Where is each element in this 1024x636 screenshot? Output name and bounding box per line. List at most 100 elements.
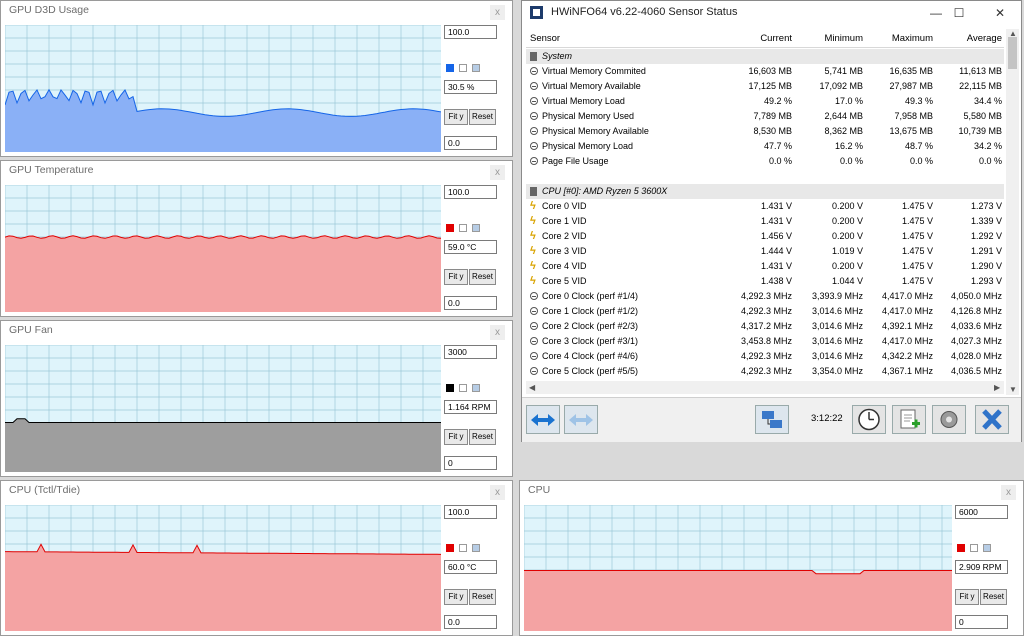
series-color-swatch[interactable]	[446, 544, 454, 552]
series-color-swatch[interactable]	[446, 64, 454, 72]
sensor-group-row[interactable]: System	[526, 49, 1004, 64]
report-button[interactable]	[892, 405, 926, 434]
sensor-name: Core 5 Clock (perf #5/5)	[542, 366, 639, 376]
color-option-blue[interactable]	[472, 64, 480, 72]
max-field[interactable]: 100.0	[444, 185, 497, 199]
sensor-row[interactable]: ϟ Core 0 VID 1.431 V 0.200 V 1.475 V 1.273 V	[526, 199, 1004, 214]
col-maximum[interactable]: Maximum	[892, 33, 933, 44]
color-option-white[interactable]	[459, 544, 467, 552]
reset-button[interactable]: Reset	[469, 269, 496, 285]
sensor-row[interactable]: Physical Memory Available 8,530 MB 8,362 M…	[526, 124, 1004, 139]
minimum-value: 3,014.6 MHz	[811, 321, 863, 331]
col-sensor[interactable]: Sensor	[530, 33, 560, 44]
clock-button[interactable]	[852, 405, 886, 434]
close-icon[interactable]: ✕	[986, 4, 1014, 22]
color-option-blue[interactable]	[472, 384, 480, 392]
reset-button[interactable]: Reset	[469, 109, 496, 125]
network-button[interactable]	[755, 405, 789, 434]
color-option-blue[interactable]	[472, 224, 480, 232]
series-color-swatch[interactable]	[446, 224, 454, 232]
max-field[interactable]: 100.0	[444, 25, 497, 39]
horizontal-scrollbar[interactable]: ◀ ▶	[526, 381, 1004, 394]
sensor-row[interactable]: ϟ Core 5 VID 1.438 V 1.044 V 1.475 V 1.293 V	[526, 274, 1004, 289]
scroll-down-icon[interactable]: ▼	[1009, 385, 1017, 394]
sensor-row[interactable]: ϟ Core 4 VID 1.431 V 0.200 V 1.475 V 1.290 V	[526, 259, 1004, 274]
close-icon[interactable]: x	[490, 485, 505, 500]
maximize-icon[interactable]: ☐	[945, 4, 973, 22]
clock-icon	[530, 307, 538, 315]
fit-y-button[interactable]: Fit y	[955, 589, 979, 605]
scroll-right-icon[interactable]: ▶	[994, 383, 1000, 392]
sensor-row[interactable]: Virtual Memory Commited 16,603 MB 5,741 MB…	[526, 64, 1004, 79]
sensor-row[interactable]: Core 3 Clock (perf #3/1) 3,453.8 MHz 3,014…	[526, 334, 1004, 349]
series-color-swatch[interactable]	[957, 544, 965, 552]
max-field[interactable]: 6000	[955, 505, 1008, 519]
min-field[interactable]: 0.0	[444, 615, 497, 629]
color-option-blue[interactable]	[983, 544, 991, 552]
sensor-name: Core 3 Clock (perf #3/1)	[542, 336, 639, 346]
sensor-row[interactable]: Virtual Memory Load 49.2 % 17.0 % 49.3 % 34.…	[526, 94, 1004, 109]
title-bar[interactable]: HWiNFO64 v6.22-4060 Sensor Status — ☐ ✕	[522, 1, 1021, 25]
col-average[interactable]: Average	[967, 33, 1002, 44]
reset-button[interactable]: Reset	[469, 429, 496, 445]
close-sensors-button[interactable]	[975, 405, 1009, 434]
close-icon[interactable]: x	[490, 325, 505, 340]
scroll-left-icon[interactable]: ◀	[529, 383, 535, 392]
sensor-row[interactable]: Core 4 Clock (perf #4/6) 4,292.3 MHz 3,014…	[526, 349, 1004, 364]
move-arrows-disabled-button[interactable]	[564, 405, 598, 434]
sensor-row[interactable]: Virtual Memory Available 17,125 MB 17,092 …	[526, 79, 1004, 94]
color-option-blue[interactable]	[472, 544, 480, 552]
scroll-thumb[interactable]	[1008, 37, 1017, 69]
maximum-value: 0.0 %	[909, 156, 933, 166]
fit-y-button[interactable]: Fit y	[444, 109, 468, 125]
col-current[interactable]: Current	[760, 33, 792, 44]
sensor-row[interactable]: Page File Usage 0.0 % 0.0 % 0.0 % 0.0 %	[526, 154, 1004, 169]
close-icon[interactable]: x	[490, 5, 505, 20]
sensor-row[interactable]: Physical Memory Load 47.7 % 16.2 % 48.7 % 34…	[526, 139, 1004, 154]
fit-y-button[interactable]: Fit y	[444, 269, 468, 285]
min-field[interactable]: 0.0	[444, 136, 497, 150]
settings-button[interactable]	[932, 405, 966, 434]
move-arrows-button[interactable]	[526, 405, 560, 434]
clock-icon	[530, 367, 538, 375]
sensor-name: Core 5 VID	[542, 276, 587, 286]
fit-y-button[interactable]: Fit y	[444, 589, 468, 605]
series-color-swatch[interactable]	[446, 384, 454, 392]
sensor-group-row[interactable]: CPU [#0]: AMD Ryzen 5 3600X	[526, 184, 1004, 199]
sensor-row[interactable]: Core 2 Clock (perf #2/3) 4,317.2 MHz 3,014…	[526, 319, 1004, 334]
close-icon[interactable]: x	[490, 165, 505, 180]
minimum-value: 0.200 V	[831, 231, 863, 241]
color-option-white[interactable]	[459, 384, 467, 392]
min-field[interactable]: 0.0	[444, 296, 497, 310]
volt-icon: ϟ	[530, 275, 536, 287]
close-icon[interactable]: x	[1001, 485, 1016, 500]
sensor-name: Virtual Memory Available	[542, 81, 641, 91]
sensor-row[interactable]: Core 0 Clock (perf #1/4) 4,292.3 MHz 3,393…	[526, 289, 1004, 304]
vertical-scrollbar[interactable]: ▲ ▼	[1006, 29, 1019, 395]
sensor-row[interactable]: ϟ Core 3 VID 1.444 V 1.019 V 1.475 V 1.291 V	[526, 244, 1004, 259]
graph-canvas	[5, 25, 441, 152]
minimum-value: 0.200 V	[831, 216, 863, 226]
sensor-row[interactable]: Physical Memory Used 7,789 MB 2,644 MB 7,95…	[526, 109, 1004, 124]
min-field[interactable]: 0	[955, 615, 1008, 629]
sensor-row[interactable]: Core 5 Clock (perf #5/5) 4,292.3 MHz 3,354…	[526, 364, 1004, 379]
fit-y-button[interactable]: Fit y	[444, 429, 468, 445]
color-option-white[interactable]	[970, 544, 978, 552]
sensor-row[interactable]: ϟ Core 2 VID 1.456 V 0.200 V 1.475 V 1.292 V	[526, 229, 1004, 244]
average-value: 1.339 V	[970, 216, 1002, 226]
clock-icon	[530, 67, 538, 75]
reset-button[interactable]: Reset	[469, 589, 496, 605]
min-field[interactable]: 0	[444, 456, 497, 470]
sensor-row[interactable]: Core 1 Clock (perf #1/2) 4,292.3 MHz 3,014…	[526, 304, 1004, 319]
maximum-value: 4,367.1 MHz	[881, 366, 933, 376]
graph-canvas	[5, 345, 441, 472]
clock-icon	[530, 322, 538, 330]
max-field[interactable]: 100.0	[444, 505, 497, 519]
color-option-white[interactable]	[459, 224, 467, 232]
col-minimum[interactable]: Minimum	[824, 33, 863, 44]
series-area	[5, 235, 441, 312]
color-option-white[interactable]	[459, 64, 467, 72]
sensor-row[interactable]: ϟ Core 1 VID 1.431 V 0.200 V 1.475 V 1.339 V	[526, 214, 1004, 229]
reset-button[interactable]: Reset	[980, 589, 1007, 605]
max-field[interactable]: 3000	[444, 345, 497, 359]
